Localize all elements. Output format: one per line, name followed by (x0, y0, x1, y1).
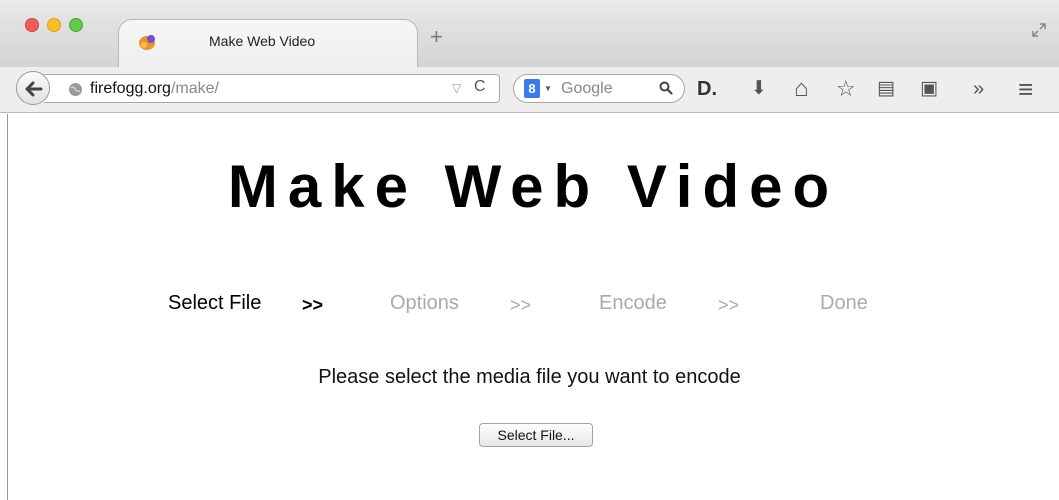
title-bar: Make Web Video + (0, 0, 1059, 67)
url-text[interactable]: firefogg.org/make/ (90, 80, 219, 98)
step-separator: >> (718, 295, 740, 315)
page-content: Make Web Video Select File >> Options >>… (0, 114, 1059, 500)
tab-make-web-video[interactable]: Make Web Video (118, 19, 418, 67)
close-window-button[interactable] (25, 18, 39, 32)
bookmark-star-icon[interactable]: ☆ (836, 77, 856, 101)
google-engine-icon[interactable]: 8 (524, 79, 540, 98)
globe-icon (68, 82, 83, 97)
minimize-window-button[interactable] (47, 18, 61, 32)
evernote-icon[interactable]: ▣ (920, 77, 938, 101)
back-button[interactable] (16, 71, 50, 105)
search-engine-dropdown-icon[interactable]: ▼ (544, 84, 552, 93)
url-path: /make/ (170, 80, 219, 97)
url-bar[interactable]: firefogg.org/make/ ▽ C (44, 74, 500, 103)
instruction-text: Please select the media file you want to… (318, 366, 741, 388)
step-done: Done (820, 292, 868, 314)
url-history-dropdown-icon[interactable]: ▽ (452, 81, 461, 95)
step-options: Options (390, 292, 459, 314)
search-icon[interactable] (659, 81, 673, 100)
step-separator: >> (510, 295, 532, 315)
reload-icon[interactable]: C (474, 78, 486, 96)
readability-icon[interactable]: D. (697, 77, 717, 101)
new-tab-button[interactable]: + (430, 26, 443, 48)
page-title: Make Web Video (227, 153, 840, 220)
step-select-file: Select File (168, 292, 262, 314)
tab-title: Make Web Video (209, 33, 316, 49)
select-file-button[interactable]: Select File... (479, 423, 593, 447)
home-icon[interactable]: ⌂ (794, 77, 809, 101)
zoom-window-button[interactable] (69, 18, 83, 32)
reading-list-icon[interactable]: ▤ (877, 77, 895, 101)
step-separator: >> (302, 295, 324, 315)
fullscreen-icon[interactable] (1031, 22, 1047, 38)
download-icon[interactable]: ⬇ (751, 77, 767, 101)
url-host: firefogg.org (90, 80, 171, 97)
search-input[interactable]: Google (561, 80, 613, 98)
step-encode: Encode (599, 292, 667, 314)
back-arrow-icon (25, 81, 43, 97)
firefogg-favicon-icon (138, 33, 158, 51)
navigation-toolbar: firefogg.org/make/ ▽ C 8 ▼ Google D. ⬇ ⌂… (0, 67, 1059, 113)
menu-icon[interactable]: ≡ (1018, 76, 1033, 102)
search-bar[interactable]: 8 ▼ Google (513, 74, 685, 103)
step-progress: Select File >> Options >> Encode >> Done (0, 292, 1059, 322)
overflow-chevron-icon[interactable]: » (973, 77, 984, 101)
